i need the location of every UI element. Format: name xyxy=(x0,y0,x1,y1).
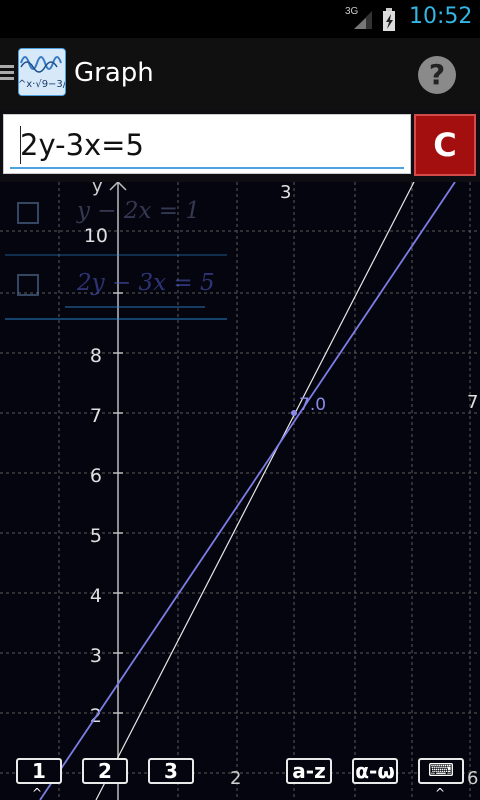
x-tick-label-right: 7 xyxy=(467,392,478,413)
latin-keyboard-button[interactable]: a-z xyxy=(286,758,332,784)
equation-text: 2y − 3x = 5 xyxy=(77,270,215,296)
signal-icon xyxy=(354,11,372,29)
y-tick-label: 8 xyxy=(90,345,102,367)
y-tick-label: 6 xyxy=(90,465,102,487)
action-bar xyxy=(0,38,480,110)
menu-icon[interactable] xyxy=(0,62,14,82)
x-tick-label-top: 3 xyxy=(280,182,291,203)
equation-list: y − 2x = 1 2y − 3x = 5 xyxy=(5,184,227,320)
equation-checkbox[interactable] xyxy=(17,202,39,224)
equation-input-text[interactable]: 2y-3x=5 xyxy=(20,128,144,162)
chevron-up-icon: ^ xyxy=(32,786,43,800)
y-tick-label: 7 xyxy=(90,405,102,427)
key-1-button[interactable]: 1 xyxy=(16,758,62,784)
intersection-point xyxy=(291,410,297,416)
key-2-button[interactable]: 2 xyxy=(82,758,128,784)
y-tick-label: 3 xyxy=(90,645,102,667)
y-tick-label: 4 xyxy=(90,585,102,607)
app-logo-graphic: 2^x·√9−3/2 xyxy=(19,49,65,95)
x-tick-label-bottom: 6 xyxy=(467,768,478,789)
equation-text: y − 2x = 1 xyxy=(77,198,201,224)
y-tick-label: 5 xyxy=(90,525,102,547)
equation-underline xyxy=(65,306,205,308)
keyboard-icon[interactable]: ⌨ xyxy=(418,758,464,784)
app-logo-text: 2^x·√9−3/2 xyxy=(19,79,65,90)
battery-icon xyxy=(383,8,395,31)
equation-item[interactable]: y − 2x = 1 xyxy=(5,184,227,246)
app-logo-icon[interactable]: 2^x·√9−3/2 xyxy=(18,48,66,96)
intersection-label: 7.0 xyxy=(299,395,326,415)
clear-button[interactable]: C xyxy=(414,114,476,176)
x-tick-label-bottom: 2 xyxy=(230,768,241,789)
chevron-up-icon: ^ xyxy=(435,786,446,800)
key-3-button[interactable]: 3 xyxy=(148,758,194,784)
input-underline xyxy=(10,167,404,169)
status-time: 10:52 xyxy=(409,4,473,29)
equation-checkbox[interactable] xyxy=(17,274,39,296)
greek-keyboard-button[interactable]: α-ω xyxy=(352,758,398,784)
equation-item-selected[interactable]: 2y − 3x = 5 xyxy=(5,254,227,320)
help-button[interactable]: ? xyxy=(418,56,456,94)
app-title: Graph xyxy=(74,58,154,88)
status-bar xyxy=(0,0,480,38)
